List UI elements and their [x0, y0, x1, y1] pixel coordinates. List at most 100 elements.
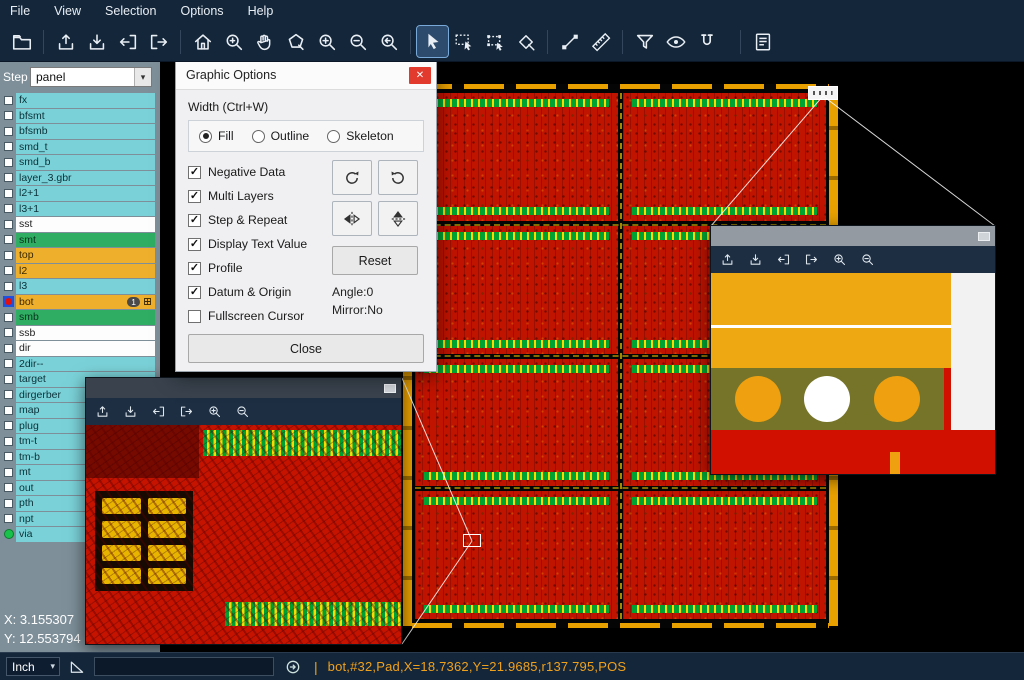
report-button[interactable]	[747, 26, 778, 57]
open-file-button[interactable]	[6, 26, 37, 57]
box-arrow-right-icon[interactable]	[804, 252, 819, 267]
layer-name[interactable]: l2	[16, 264, 155, 279]
layer-row-active[interactable]: bot 1	[2, 295, 155, 310]
active-layer-indicator[interactable]	[2, 295, 15, 310]
check-negative-data[interactable]: Negative Data	[188, 160, 332, 184]
polygon-select-button[interactable]	[280, 26, 311, 57]
layer-name[interactable]: 2dir--	[16, 357, 155, 372]
layer-row[interactable]: layer_3.gbr	[2, 171, 155, 186]
menu-file[interactable]: File	[10, 4, 30, 18]
close-button[interactable]: Close	[188, 334, 424, 363]
reset-button[interactable]: Reset	[332, 246, 418, 275]
check-datum-origin[interactable]: Datum & Origin	[188, 280, 332, 304]
import-bottom-button[interactable]	[81, 26, 112, 57]
layer-name[interactable]: top	[16, 248, 155, 263]
go-circle-icon[interactable]	[284, 658, 302, 676]
board-cell[interactable]	[415, 226, 618, 354]
layer-row[interactable]: bfsmb	[2, 124, 155, 139]
layer-name[interactable]: smt	[16, 233, 155, 248]
home-view-button[interactable]	[187, 26, 218, 57]
import-top-button[interactable]	[50, 26, 81, 57]
zoom-out-icon[interactable]	[235, 404, 250, 419]
check-step-repeat[interactable]: Step & Repeat	[188, 208, 332, 232]
layer-visibility-checkbox[interactable]	[2, 388, 15, 403]
layer-row[interactable]: dir	[2, 341, 155, 356]
box-arrow-up-icon[interactable]	[95, 404, 110, 419]
zoom-in-icon[interactable]	[207, 404, 222, 419]
layer-visibility-checkbox[interactable]	[2, 109, 15, 124]
layer-row[interactable]: l2+1	[2, 186, 155, 201]
close-icon[interactable]: ✕	[409, 67, 431, 84]
menu-selection[interactable]: Selection	[105, 4, 156, 18]
layer-name[interactable]: bot 1	[16, 295, 155, 310]
layer-visibility-checkbox[interactable]	[2, 310, 15, 325]
menu-help[interactable]: Help	[248, 4, 274, 18]
board-cell[interactable]	[415, 359, 618, 487]
box-arrow-right-icon[interactable]	[179, 404, 194, 419]
box-arrow-left-icon[interactable]	[776, 252, 791, 267]
layer-row[interactable]: l3+1	[2, 202, 155, 217]
layer-row[interactable]: l3	[2, 279, 155, 294]
magnifier-view[interactable]	[86, 425, 401, 644]
window-button-icon[interactable]	[384, 384, 396, 393]
unit-dropdown[interactable]: Inch ▾	[6, 657, 60, 676]
rotate-ccw-button[interactable]	[378, 160, 418, 195]
checkbox-icon[interactable]	[188, 310, 201, 323]
layer-row[interactable]: smb	[2, 310, 155, 325]
layer-row[interactable]: 2dir--	[2, 357, 155, 372]
layer-name[interactable]: smd_t	[16, 140, 155, 155]
layer-visibility-checkbox[interactable]	[2, 233, 15, 248]
layer-row[interactable]: smt	[2, 233, 155, 248]
box-arrow-left-icon[interactable]	[151, 404, 166, 419]
measure-line-button[interactable]	[554, 26, 585, 57]
layer-name[interactable]: bfsmb	[16, 124, 155, 139]
layer-name[interactable]: l3	[16, 279, 155, 294]
layer-row[interactable]: sst	[2, 217, 155, 232]
checkbox-icon[interactable]	[188, 190, 201, 203]
view-options-button[interactable]	[660, 26, 691, 57]
layer-row[interactable]: bfsmt	[2, 109, 155, 124]
layer-visibility-checkbox[interactable]	[2, 450, 15, 465]
filter-button[interactable]	[629, 26, 660, 57]
magnifier-window-1[interactable]	[85, 377, 402, 645]
layer-visibility-checkbox[interactable]	[2, 155, 15, 170]
checkbox-icon[interactable]	[188, 166, 201, 179]
check-profile[interactable]: Profile	[188, 256, 332, 280]
layer-visibility-checkbox[interactable]	[2, 512, 15, 527]
zoom-out-icon[interactable]	[860, 252, 875, 267]
magnifier-title-bar[interactable]	[86, 378, 401, 398]
layer-name[interactable]: l2+1	[16, 186, 155, 201]
import-left-button[interactable]	[112, 26, 143, 57]
checkbox-icon[interactable]	[188, 262, 201, 275]
group-select-button[interactable]	[479, 26, 510, 57]
box-arrow-down-icon[interactable]	[123, 404, 138, 419]
dialog-title-bar[interactable]: Graphic Options ✕	[176, 61, 436, 90]
layer-name[interactable]: smd_b	[16, 155, 155, 170]
menu-view[interactable]: View	[54, 4, 81, 18]
rect-select-button[interactable]	[448, 26, 479, 57]
layer-row[interactable]: smd_b	[2, 155, 155, 170]
magnifier-title-bar[interactable]	[711, 226, 995, 246]
flip-horizontal-button[interactable]	[332, 201, 372, 236]
chevron-down-icon[interactable]: ▾	[50, 661, 59, 672]
checkbox-icon[interactable]	[188, 286, 201, 299]
layer-visibility-checkbox[interactable]	[2, 341, 15, 356]
box-arrow-down-icon[interactable]	[748, 252, 763, 267]
layer-visibility-checkbox[interactable]	[2, 93, 15, 108]
radio-fill[interactable]: Fill	[199, 129, 234, 143]
measure-select-button[interactable]	[510, 26, 541, 57]
radio-icon[interactable]	[252, 130, 265, 143]
import-right-button[interactable]	[143, 26, 174, 57]
radio-outline[interactable]: Outline	[252, 129, 310, 143]
layer-row[interactable]: l2	[2, 264, 155, 279]
layer-visibility-checkbox[interactable]	[2, 465, 15, 480]
chevron-down-icon[interactable]: ▾	[134, 68, 151, 86]
layer-visibility-checkbox[interactable]	[2, 357, 15, 372]
layer-visibility-checkbox[interactable]	[2, 171, 15, 186]
layer-name[interactable]: bfsmt	[16, 109, 155, 124]
layer-name[interactable]: sst	[16, 217, 155, 232]
board-cell[interactable]	[415, 93, 618, 221]
window-button-icon[interactable]	[978, 232, 990, 241]
layer-row[interactable]: ssb	[2, 326, 155, 341]
layer-name[interactable]: ssb	[16, 326, 155, 341]
